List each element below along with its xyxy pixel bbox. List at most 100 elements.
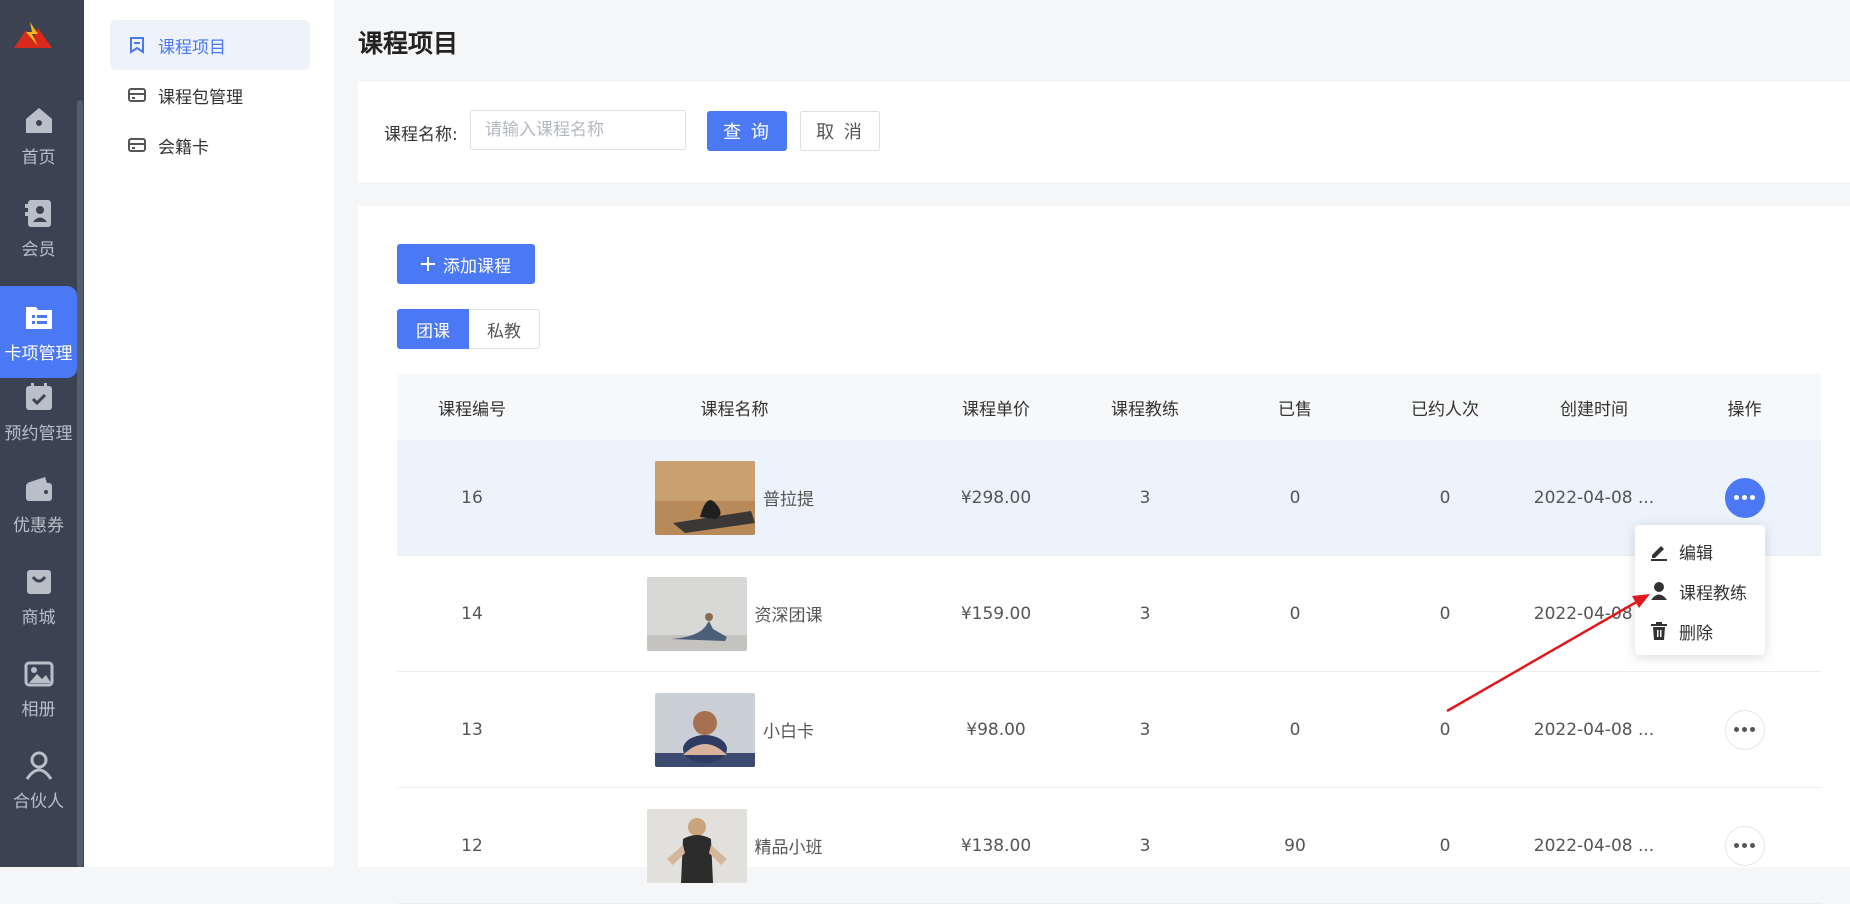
header-booked: 已约人次 <box>1411 399 1479 420</box>
card-list-icon <box>25 306 52 329</box>
actions-cell <box>1668 709 1821 750</box>
menu-item-label: 编辑 <box>1679 543 1713 564</box>
course-thumbnail <box>655 460 755 535</box>
rail-item-card-management[interactable]: 卡项管理 <box>0 286 77 378</box>
more-actions-button[interactable] <box>1724 477 1765 518</box>
page-title: 课程项目 <box>358 29 459 58</box>
header-created: 创建时间 <box>1560 399 1628 420</box>
shop-bag-icon <box>26 569 51 594</box>
course-table: 课程编号 课程名称 课程单价 课程教练 已售 已约人次 创建时间 操作 16 普… <box>397 374 1821 904</box>
cancel-button[interactable]: 取 消 <box>800 111 880 151</box>
more-dots-icon <box>1734 495 1755 500</box>
course-name-input[interactable] <box>470 110 686 150</box>
edit-icon <box>1651 546 1667 561</box>
sidebar-item-label: 课程包管理 <box>158 87 243 108</box>
course-sold: 0 <box>1289 603 1301 624</box>
person-icon <box>1651 582 1667 600</box>
course-sold: 0 <box>1289 719 1301 740</box>
actions-cell <box>1668 477 1821 518</box>
rail-item-label: 首页 <box>21 147 56 168</box>
course-thumbnail <box>646 576 747 651</box>
table-row[interactable]: 16 普拉提 ¥298.00 3 0 0 2022-04-08 ... <box>397 440 1821 556</box>
course-coach-count: 3 <box>1139 603 1151 624</box>
menu-item-delete[interactable]: 删除 <box>1635 611 1765 651</box>
course-price: ¥98.00 <box>966 719 1026 740</box>
course-booked: 0 <box>1439 487 1451 508</box>
menu-item-label: 课程教练 <box>1679 583 1747 604</box>
rail-item-album[interactable]: 相册 <box>0 648 77 728</box>
tab-private-class[interactable]: 私教 <box>469 309 540 349</box>
add-course-button[interactable]: 添加课程 <box>397 244 535 284</box>
course-price: ¥159.00 <box>960 603 1032 624</box>
tab-group-class[interactable]: 团课 <box>397 309 469 349</box>
course-price: ¥138.00 <box>960 835 1032 856</box>
card-icon <box>128 138 146 152</box>
course-thumbnail <box>655 692 755 767</box>
header-sold: 已售 <box>1278 399 1312 420</box>
rail-item-home[interactable]: 首页 <box>0 96 77 176</box>
course-thumbnail <box>646 808 747 883</box>
sidebar-item-membership-card[interactable]: 会籍卡 <box>110 120 310 170</box>
album-icon <box>24 661 53 686</box>
course-created: 2022-04-08 ... <box>1533 487 1655 508</box>
home-icon <box>25 107 52 133</box>
course-name: 资深团课 <box>754 606 823 626</box>
course-name-cell: 资深团课 <box>547 576 922 651</box>
header-actions: 操作 <box>1727 399 1762 420</box>
card-icon <box>128 88 146 102</box>
calendar-check-icon <box>25 382 52 410</box>
wallet-icon <box>25 476 52 501</box>
sidebar-item-label: 课程项目 <box>158 37 226 58</box>
secondary-sidebar: 课程项目 课程包管理 会籍卡 <box>84 0 334 867</box>
header-course-id: 课程编号 <box>438 399 506 420</box>
main-nav-rail: 首页 会员 卡项管理 预约管理 优惠券 商城 相册 合伙人 <box>0 0 84 867</box>
rail-item-label: 商城 <box>21 607 56 628</box>
menu-item-course-coach[interactable]: 课程教练 <box>1635 571 1765 611</box>
course-name-cell: 普拉提 <box>547 460 922 535</box>
rail-item-label: 卡项管理 <box>4 343 73 364</box>
rail-item-shop[interactable]: 商城 <box>0 556 77 636</box>
table-row[interactable]: 12 精品小班 ¥138.00 3 90 0 2022-04-08 ... <box>397 788 1821 904</box>
more-dots-icon <box>1734 843 1755 848</box>
rail-item-member[interactable]: 会员 <box>0 188 77 268</box>
rail-item-coupon[interactable]: 优惠券 <box>0 464 77 544</box>
course-name-cell: 小白卡 <box>547 692 922 767</box>
table-row[interactable]: 14 资深团课 ¥159.00 3 0 0 2022-04-08 ... <box>397 556 1821 672</box>
menu-item-label: 删除 <box>1679 623 1713 644</box>
more-actions-button[interactable] <box>1724 825 1765 866</box>
header-price: 课程单价 <box>962 399 1030 420</box>
course-booked: 0 <box>1439 603 1451 624</box>
query-button[interactable]: 查 询 <box>707 111 787 151</box>
table-row[interactable]: 13 小白卡 ¥98.00 3 0 0 2022-04-08 ... <box>397 672 1821 788</box>
course-coach-count: 3 <box>1139 719 1151 740</box>
rail-item-label: 合伙人 <box>13 791 64 812</box>
course-name-label: 课程名称: <box>384 125 458 145</box>
member-icon <box>24 199 51 227</box>
rail-item-partner[interactable]: 合伙人 <box>0 740 77 820</box>
course-created: 2022-04-08 ... <box>1533 719 1655 740</box>
course-name: 小白卡 <box>763 722 814 742</box>
menu-item-edit[interactable]: 编辑 <box>1635 531 1765 571</box>
rail-item-booking[interactable]: 预约管理 <box>0 372 77 452</box>
course-id: 12 <box>461 835 483 856</box>
course-name-cell: 精品小班 <box>547 808 922 883</box>
course-sold: 90 <box>1284 835 1306 856</box>
course-price: ¥298.00 <box>960 487 1032 508</box>
sidebar-item-course-project[interactable]: 课程项目 <box>110 20 310 70</box>
course-list-card: 添加课程 团课 私教 课程编号 课程名称 课程单价 课程教练 已售 已约人次 创… <box>358 206 1850 904</box>
course-id: 14 <box>461 603 483 624</box>
row-actions-menu: 编辑 课程教练 删除 <box>1635 525 1765 655</box>
course-id: 13 <box>461 719 483 740</box>
rail-item-label: 预约管理 <box>4 423 73 444</box>
course-type-tabs: 团课 私教 <box>397 309 540 349</box>
logo-icon <box>14 22 52 48</box>
course-name: 精品小班 <box>754 838 823 858</box>
bookmark-icon <box>130 37 144 54</box>
header-course-name: 课程名称 <box>700 399 769 420</box>
sidebar-item-course-package[interactable]: 课程包管理 <box>110 70 310 120</box>
header-coach: 课程教练 <box>1111 399 1179 420</box>
rail-scrollbar[interactable] <box>77 100 83 867</box>
more-actions-button[interactable] <box>1724 709 1765 750</box>
plus-icon <box>421 257 435 271</box>
course-coach-count: 3 <box>1139 487 1151 508</box>
